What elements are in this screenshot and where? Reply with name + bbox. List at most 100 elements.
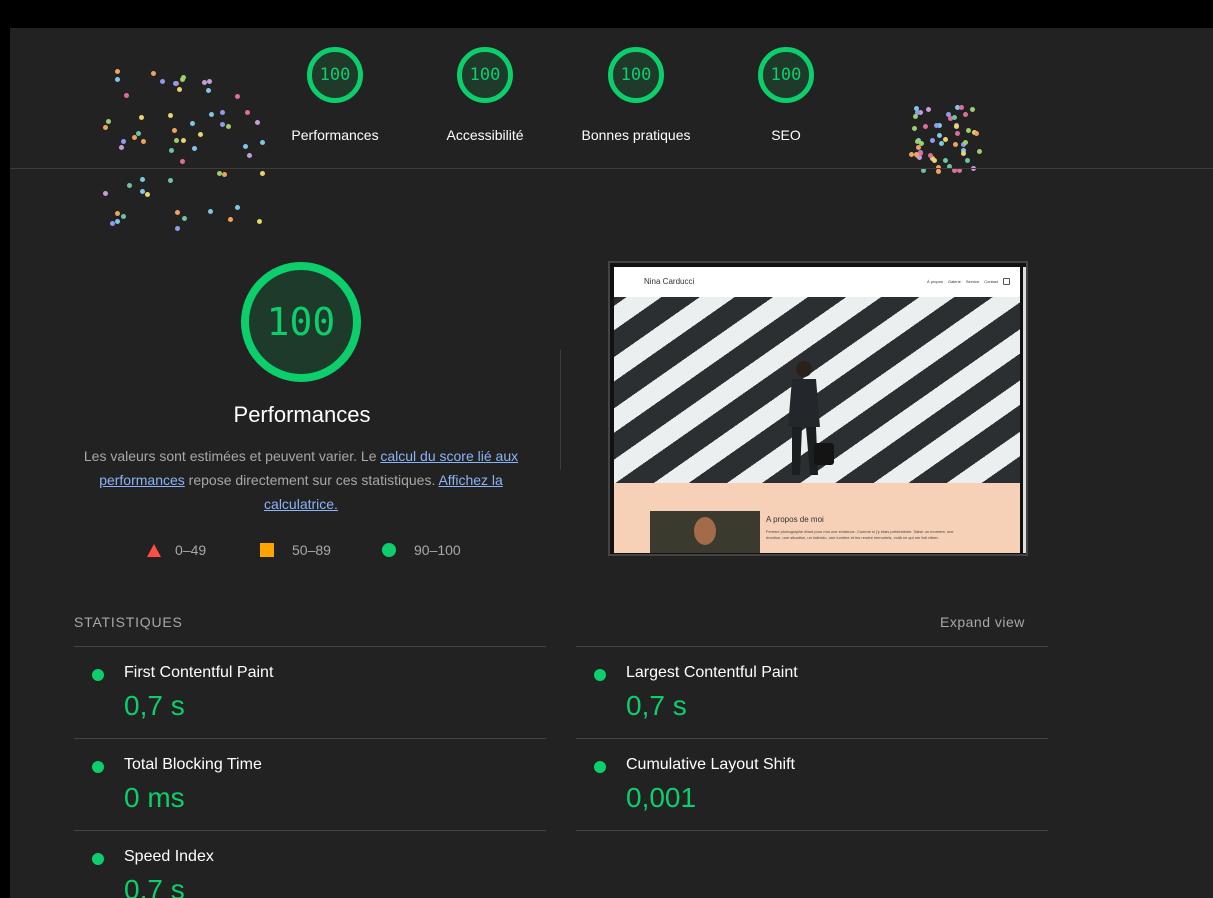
confetti-dot [255, 120, 260, 125]
confetti-dot [206, 88, 211, 93]
screenshot-nav-item: Service [965, 279, 980, 284]
confetti-dot [977, 149, 982, 154]
confetti-dot [180, 77, 185, 82]
gauge-seo-label: SEO [771, 127, 801, 143]
stats-divider [74, 646, 546, 647]
gauge-performance-score: 100 [307, 47, 363, 103]
screenshot-nav-item: À propos [926, 279, 943, 284]
stats-divider [74, 830, 546, 831]
confetti-dot [260, 171, 265, 176]
gauge-performance[interactable]: 100 Performances [280, 47, 390, 143]
legend-fail-label: 0–49 [175, 542, 207, 558]
confetti-dot [915, 139, 920, 144]
metric-value: 0,7 s [626, 690, 687, 721]
final-screenshot[interactable]: Nina Carducci À propos Galerie Service C… [608, 261, 1028, 556]
performance-main-gauge: 100 [241, 262, 361, 382]
confetti-dot [106, 119, 111, 124]
walking-man-figure [788, 361, 834, 475]
confetti-dot [139, 115, 144, 120]
metric-label: Cumulative Layout Shift [626, 756, 795, 773]
screenshot-brand: Nina Carducci [644, 277, 695, 286]
confetti-dot [198, 132, 203, 137]
screenshot-about-title: A propos de moi [766, 515, 824, 524]
triangle-icon [147, 543, 161, 557]
confetti-dot [173, 81, 178, 86]
pass-circle-icon [594, 761, 606, 773]
pass-circle-icon [92, 761, 104, 773]
confetti-dot [222, 172, 227, 177]
confetti-dot [974, 131, 979, 136]
metric-label: Largest Contentful Paint [626, 664, 798, 681]
confetti-dot [235, 94, 240, 99]
pass-circle-icon [594, 669, 606, 681]
confetti-dot [172, 128, 177, 133]
confetti-dot [914, 106, 919, 111]
confetti-dot [180, 159, 185, 164]
confetti-dot [145, 192, 150, 197]
confetti-dot [175, 210, 180, 215]
confetti-dot [220, 122, 225, 127]
screenshot-nav: À propos Galerie Service Contact [926, 278, 1010, 285]
confetti-dot [160, 79, 165, 84]
metric-value: 0,7 s [124, 690, 185, 721]
confetti-dot [966, 128, 971, 133]
fireworks-confetti-right [908, 104, 983, 174]
vertical-divider [560, 350, 561, 470]
confetti-dot [916, 145, 921, 150]
screenshot-hero-photo [614, 297, 1020, 483]
confetti-dot [260, 140, 265, 145]
confetti-dot [220, 110, 225, 115]
confetti-dot [190, 121, 195, 126]
expand-view-button[interactable]: Expand view [940, 614, 1025, 630]
performance-description: Les valeurs sont estimées et peuvent var… [76, 444, 526, 516]
confetti-dot [970, 107, 975, 112]
confetti-dot [963, 112, 968, 117]
confetti-dot [169, 148, 174, 153]
gauge-seo[interactable]: 100 SEO [731, 47, 841, 143]
screenshot-about-text: Femme photographe étant pour moi une évi… [766, 529, 954, 540]
instagram-icon [1003, 278, 1010, 285]
pass-circle-icon [92, 853, 104, 865]
stats-divider [74, 738, 546, 739]
confetti-dot [928, 153, 933, 158]
confetti-dot [963, 140, 968, 145]
confetti-dot [177, 87, 182, 92]
gauge-performance-label: Performances [291, 127, 379, 143]
confetti-dot [965, 158, 970, 163]
confetti-dot [217, 171, 222, 176]
legend-fail: 0–49 [147, 542, 206, 558]
screenshot-nav-item: Contact [984, 279, 998, 284]
gauge-seo-score: 100 [758, 47, 814, 103]
confetti-dot [257, 219, 262, 224]
confetti-dot [243, 144, 248, 149]
confetti-dot [934, 123, 939, 128]
legend-pass-label: 90–100 [414, 542, 461, 558]
confetti-dot [103, 191, 108, 196]
fireworks-confetti-left [102, 66, 265, 236]
legend-average-label: 50–89 [292, 542, 331, 558]
gauge-accessibility-label: Accessibilité [446, 127, 524, 143]
confetti-dot [923, 124, 928, 129]
metric-value: 0,7 s [124, 874, 185, 898]
metric-value: 0 ms [124, 782, 185, 813]
confetti-dot [930, 138, 935, 143]
confetti-dot [943, 137, 948, 142]
lighthouse-report: 100 Performances 100 Accessibilité 100 B… [10, 0, 1213, 898]
confetti-dot [926, 107, 931, 112]
confetti-dot [192, 146, 197, 151]
gauge-best-practices[interactable]: 100 Bonnes pratiques [581, 47, 691, 143]
description-text: repose directement sur ces statistiques. [184, 472, 439, 488]
circle-icon [382, 543, 396, 557]
confetti-dot [174, 138, 179, 143]
gauge-accessibility[interactable]: 100 Accessibilité [430, 47, 540, 143]
confetti-dot [961, 151, 966, 156]
confetti-dot [959, 105, 964, 110]
confetti-dot [140, 177, 145, 182]
top-bar [10, 0, 1213, 28]
confetti-dot [912, 126, 917, 131]
confetti-dot [952, 115, 957, 120]
screenshot-nav-item: Galerie [947, 279, 961, 284]
confetti-dot [913, 114, 918, 119]
confetti-dot [115, 77, 120, 82]
confetti-dot [124, 93, 129, 98]
